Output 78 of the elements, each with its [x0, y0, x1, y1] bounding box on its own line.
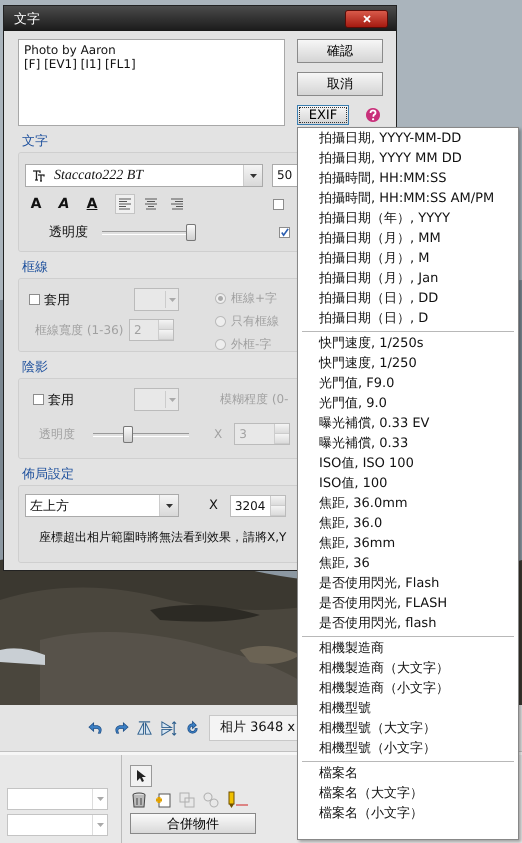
menu-item[interactable]: 拍攝日期（日）, D	[300, 309, 428, 329]
section-title: 文字	[22, 133, 48, 150]
menu-item[interactable]: 檔案名	[300, 764, 358, 784]
pencil-icon[interactable]	[226, 791, 250, 809]
section-title: 佈局設定	[22, 466, 74, 483]
window-title: 文字	[14, 10, 40, 28]
caret-icon	[168, 298, 176, 302]
menu-item[interactable]: 快門速度, 1/250	[300, 354, 417, 374]
add-object-icon[interactable]	[154, 791, 172, 809]
menu-item[interactable]: 是否使用閃光, FLASH	[300, 594, 448, 614]
checkbox[interactable]	[273, 199, 284, 210]
menu-item[interactable]: 檔案名（小文字）	[300, 804, 423, 824]
opacity-label: 透明度	[39, 426, 75, 442]
menu-item[interactable]: 拍攝日期（月）, Jan	[300, 269, 438, 289]
menu-item[interactable]: 焦距, 36	[300, 554, 370, 574]
caret-icon	[96, 797, 104, 801]
menu-item[interactable]: 快門速度, 1/250s	[300, 334, 424, 354]
flip-vertical-icon[interactable]	[160, 720, 177, 736]
section-title: 陰影	[22, 359, 48, 376]
menu-item[interactable]: 拍攝日期（年）, YYYY	[300, 209, 450, 229]
text-style-button[interactable]: A	[25, 193, 47, 215]
select-tool-button[interactable]	[130, 765, 152, 787]
flip-horizontal-icon[interactable]	[136, 720, 153, 736]
menu-item[interactable]: 是否使用閃光, flash	[300, 614, 436, 634]
caret-icon	[250, 174, 256, 178]
checkbox[interactable]	[279, 227, 290, 238]
align-right-icon	[169, 197, 185, 211]
close-icon	[362, 14, 372, 24]
menu-item[interactable]: 光門值, 9.0	[300, 394, 387, 414]
menu-item[interactable]: 拍攝日期（月）, MM	[300, 229, 441, 249]
menu-item[interactable]: ISO值, 100	[300, 474, 388, 494]
menu-item[interactable]: 拍攝日期, YYYY-MM-DD	[300, 129, 462, 149]
slider-thumb[interactable]	[186, 224, 196, 241]
text-style-button[interactable]: A	[53, 193, 75, 215]
menu-item[interactable]: 相機型號（小文字）	[300, 739, 436, 759]
font-icon	[32, 170, 46, 182]
merge-objects-button[interactable]: 合併物件	[130, 813, 256, 834]
menu-item[interactable]: ISO值, ISO 100	[300, 454, 414, 474]
menu-item[interactable]: 檔案名（大文字）	[300, 784, 423, 804]
menu-item[interactable]: 焦距, 36.0	[300, 514, 382, 534]
x-label: X	[209, 498, 218, 513]
blur-label: 模糊程度 (0-	[220, 391, 288, 408]
menu-item[interactable]: 相機製造商（小文字）	[300, 679, 449, 699]
align-left-icon	[117, 197, 133, 211]
menu-item[interactable]: 光門值, F9.0	[300, 374, 394, 394]
menu-item[interactable]: 相機製造商	[300, 639, 384, 659]
close-button[interactable]	[345, 10, 388, 28]
help-icon[interactable]	[365, 107, 381, 123]
menu-item[interactable]: 拍攝日期（月）, M	[300, 249, 430, 269]
trash-icon[interactable]	[130, 791, 148, 809]
text-style-button[interactable]: A	[81, 193, 103, 215]
menu-item[interactable]: 曝光補償, 0.33 EV	[300, 414, 430, 434]
x-spinner[interactable]: 3204	[230, 494, 286, 516]
caret-icon	[166, 504, 172, 508]
opacity-slider[interactable]	[102, 224, 196, 240]
hint-text: 座標超出相片範圍時將無法看到效果，請將X,Y	[39, 529, 286, 546]
x-label: X	[214, 427, 222, 441]
menu-item[interactable]: 曝光補償, 0.33	[300, 434, 408, 454]
section-title: 框線	[22, 259, 48, 276]
confirm-button[interactable]: 確認	[297, 39, 383, 63]
menu-item[interactable]: 拍攝時間, HH:MM:SS AM/PM	[300, 189, 494, 209]
menu-item[interactable]: 相機製造商（大文字）	[300, 659, 449, 679]
exif-button[interactable]: EXIF	[297, 105, 349, 125]
border-width-label: 框線寬度 (1-36)	[34, 322, 124, 338]
align-left-button[interactable]	[115, 194, 135, 214]
menu-item[interactable]: 焦距, 36.0mm	[300, 494, 408, 514]
pointer-icon	[135, 769, 147, 783]
caret-icon	[168, 398, 176, 402]
font-dropdown[interactable]: Staccato222 BT	[25, 164, 263, 187]
position-dropdown[interactable]: 左上方	[25, 494, 179, 517]
menu-item[interactable]: 焦距, 36mm	[300, 534, 396, 554]
cancel-button[interactable]: 取消	[297, 72, 383, 96]
menu-item[interactable]: 是否使用閃光, Flash	[300, 574, 440, 594]
menu-item[interactable]: 拍攝日期（日）, DD	[300, 289, 438, 309]
align-center-icon	[143, 197, 159, 211]
caret-icon	[96, 823, 104, 827]
text-input-field[interactable]: Photo by Aaron [F] [EV1] [I1] [FL1]	[18, 39, 285, 126]
opacity-label: 透明度	[49, 224, 88, 241]
